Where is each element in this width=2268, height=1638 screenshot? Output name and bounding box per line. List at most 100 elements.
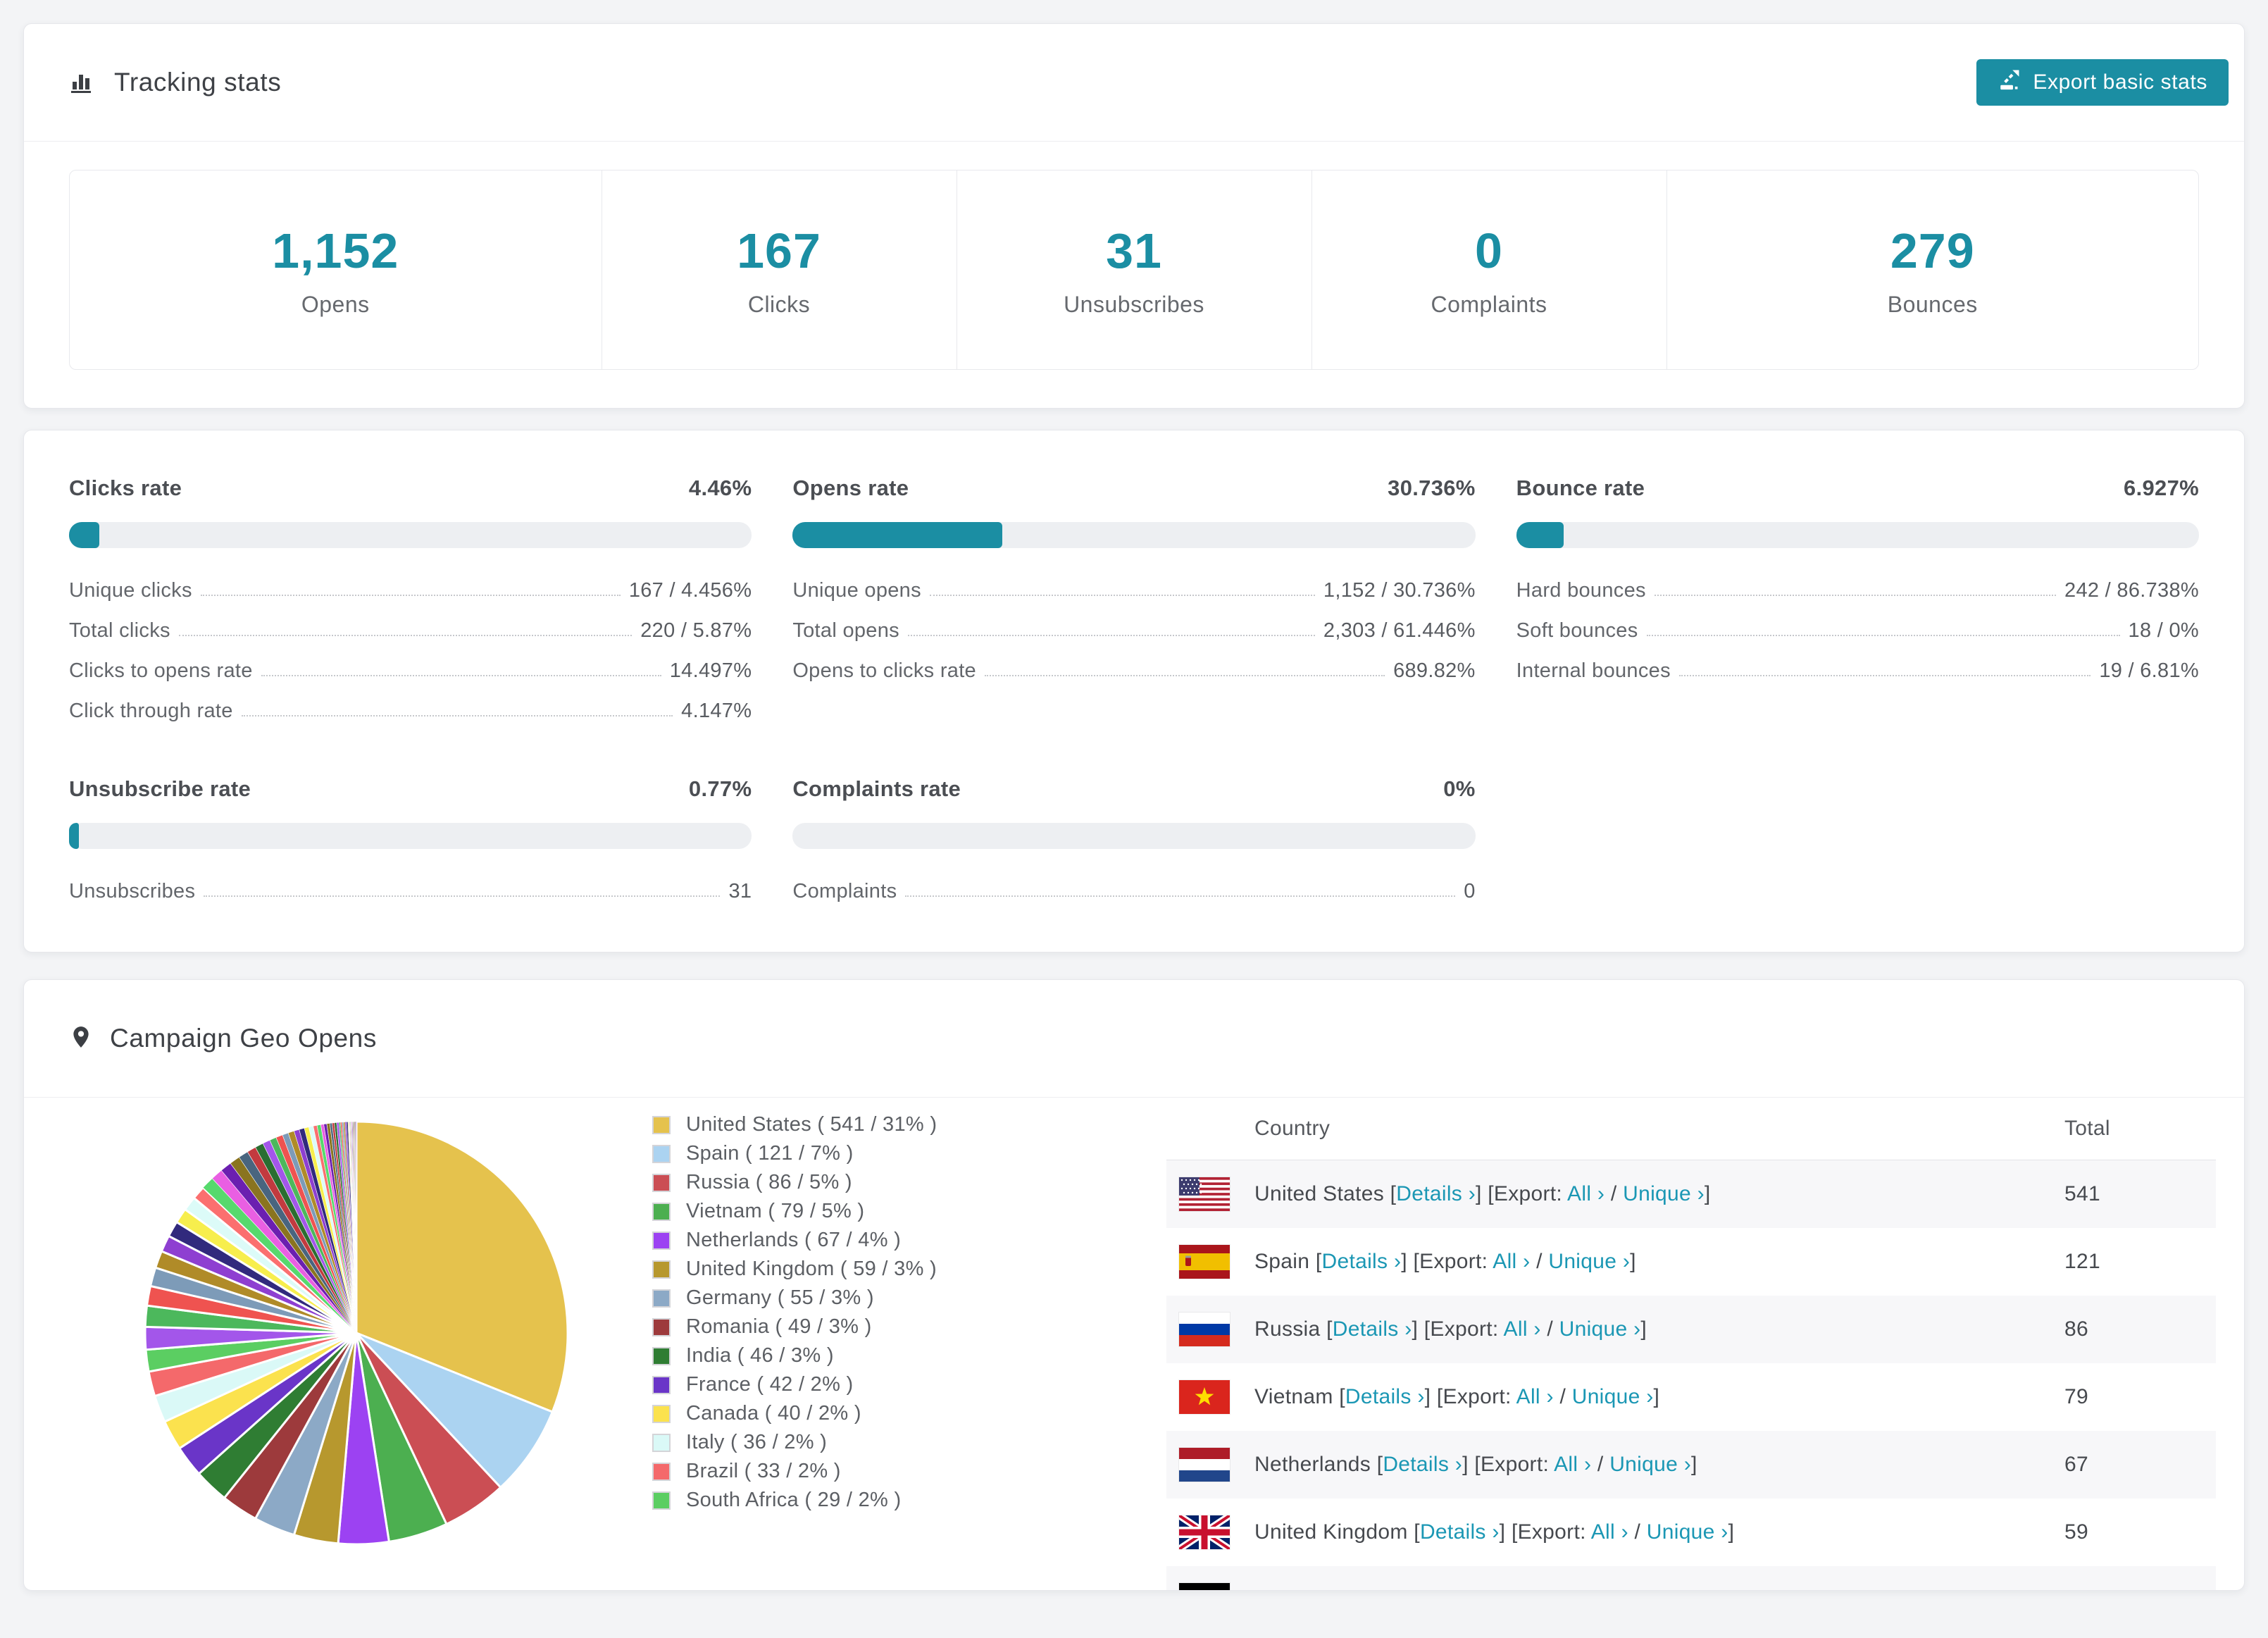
- bracket: [: [1349, 1588, 1355, 1590]
- table-row-ru: Russia [Details ›] [Export: All › / Uniq…: [1166, 1296, 2216, 1363]
- dotted-leader: [929, 595, 1315, 596]
- separator: /: [1553, 1385, 1572, 1408]
- stat-value: 1,152: [272, 223, 399, 278]
- legend-swatch: [652, 1375, 671, 1394]
- geo-card-header: Campaign Geo Opens: [24, 980, 2244, 1098]
- bracket: ] [Export:: [1462, 1453, 1554, 1476]
- column-header-country: Country: [1254, 1117, 1331, 1140]
- country-name: United Kingdom: [1254, 1520, 1414, 1544]
- geo-opens-card: Campaign Geo Opens United States ( 541 /…: [23, 979, 2245, 1591]
- country-name: United States: [1254, 1182, 1390, 1205]
- export-all-link[interactable]: All ›: [1516, 1385, 1554, 1408]
- details-link[interactable]: Details ›: [1333, 1317, 1412, 1341]
- separator: /: [1605, 1182, 1624, 1205]
- rate-value: 30.736%: [1388, 476, 1476, 500]
- export-basic-stats-button[interactable]: Export basic stats: [1976, 59, 2229, 106]
- rate-row-value: 31: [728, 880, 752, 902]
- dotted-leader: [1654, 595, 2057, 596]
- export-unique-link[interactable]: Unique ›: [1647, 1520, 1728, 1544]
- rate-row-label: Total clicks: [69, 619, 170, 642]
- legend-label: Germany ( 55 / 3% ): [686, 1286, 874, 1309]
- rate-section-header: Bounce rate 6.927%: [1516, 476, 2199, 501]
- rate-row: Complaints 0: [792, 863, 1475, 903]
- export-unique-link[interactable]: Unique ›: [1582, 1588, 1664, 1590]
- stat-label: Clicks: [747, 291, 811, 317]
- dotted-leader: [200, 595, 621, 596]
- legend-item-romania: Romania ( 49 / 3% ): [652, 1313, 1047, 1341]
- rate-section-header: Unsubscribe rate 0.77%: [69, 776, 752, 802]
- country-name: Germany: [1254, 1588, 1349, 1590]
- export-unique-link[interactable]: Unique ›: [1572, 1385, 1654, 1408]
- bracket: ] [Export:: [1412, 1317, 1504, 1341]
- progress-bar: [792, 823, 1476, 849]
- progress-bar: [1516, 522, 2199, 548]
- dotted-leader: [241, 715, 673, 716]
- details-link[interactable]: Details ›: [1383, 1453, 1462, 1476]
- geo-content: United States ( 541 / 31% ) Spain ( 121 /…: [24, 1098, 2244, 1590]
- legend-item-canada: Canada ( 40 / 2% ): [652, 1399, 1047, 1428]
- rate-row-value: 1,152 / 30.736%: [1323, 579, 1476, 602]
- legend-label: South Africa ( 29 / 2% ): [686, 1489, 902, 1511]
- details-link[interactable]: Details ›: [1396, 1182, 1476, 1205]
- progress-bar: [69, 823, 752, 849]
- export-all-link[interactable]: All ›: [1567, 1182, 1605, 1205]
- dotted-leader: [178, 635, 633, 636]
- total-cell: 86: [2064, 1317, 2088, 1341]
- rates-grid: Clicks rate 4.46% Unique clicks 167 / 4.456…: [69, 476, 2199, 903]
- separator: /: [1591, 1453, 1610, 1476]
- export-unique-link[interactable]: Unique ›: [1559, 1317, 1641, 1341]
- legend-item-spain: Spain ( 121 / 7% ): [652, 1139, 1047, 1168]
- dotted-leader: [907, 635, 1315, 636]
- bracket: [: [1390, 1182, 1397, 1205]
- export-all-link[interactable]: All ›: [1554, 1453, 1591, 1476]
- bracket: [: [1414, 1520, 1420, 1544]
- rate-row-value: 689.82%: [1393, 659, 1476, 682]
- rate-rows: Unique opens 1,152 / 30.736% Total opens 2,…: [792, 562, 1475, 683]
- legend-swatch: [652, 1317, 671, 1336]
- legend-item-united-states: United States ( 541 / 31% ): [652, 1110, 1047, 1139]
- flag-vn-icon: [1179, 1380, 1230, 1414]
- rate-row-value: 2,303 / 61.446%: [1323, 619, 1476, 642]
- export-all-link[interactable]: All ›: [1504, 1317, 1541, 1341]
- rate-rows: Complaints 0: [792, 863, 1475, 903]
- export-all-link[interactable]: All ›: [1591, 1520, 1628, 1544]
- bracket: [: [1326, 1317, 1333, 1341]
- table-row-us: United States [Details ›] [Export: All ›…: [1166, 1160, 2216, 1228]
- dotted-leader: [261, 675, 661, 676]
- rate-row-value: 14.497%: [669, 659, 752, 682]
- rate-row-label: Total opens: [792, 619, 899, 642]
- rate-row-label: Hard bounces: [1516, 579, 1646, 602]
- bracket: ] [Export:: [1499, 1520, 1591, 1544]
- dotted-leader: [984, 675, 1385, 676]
- export-all-link[interactable]: All ›: [1493, 1250, 1530, 1273]
- details-link[interactable]: Details ›: [1355, 1588, 1435, 1590]
- rate-section-clicks-rate: Clicks rate 4.46% Unique clicks 167 / 4.456…: [69, 476, 752, 723]
- export-unique-link[interactable]: Unique ›: [1623, 1182, 1705, 1205]
- details-link[interactable]: Details ›: [1345, 1385, 1425, 1408]
- rate-row-label: Opens to clicks rate: [792, 659, 976, 682]
- table-row-vn: Vietnam [Details ›] [Export: All › / Uni…: [1166, 1363, 2216, 1431]
- details-link[interactable]: Details ›: [1322, 1250, 1402, 1273]
- rate-section-header: Opens rate 30.736%: [792, 476, 1475, 501]
- export-all-link[interactable]: All ›: [1526, 1588, 1564, 1590]
- rate-row: Clicks to opens rate 14.497%: [69, 643, 752, 683]
- rate-row-label: Complaints: [792, 880, 897, 902]
- details-link[interactable]: Details ›: [1420, 1520, 1500, 1544]
- country-cell: Germany [Details ›] [Export: All › / Uni…: [1230, 1588, 2064, 1590]
- stat-box-unsubscribes: 31 Unsubscribes: [957, 170, 1312, 369]
- geo-countries-table: Country Total United States [Details ›] [E…: [1166, 1098, 2216, 1590]
- rate-row-label: Unique clicks: [69, 579, 192, 602]
- pie-legend: United States ( 541 / 31% ) Spain ( 121 /…: [652, 1110, 1047, 1515]
- country-cell: Spain [Details ›] [Export: All › / Uniqu…: [1230, 1250, 2064, 1274]
- legend-label: Russia ( 86 / 5% ): [686, 1171, 852, 1193]
- table-row-nl: Netherlands [Details ›] [Export: All › /…: [1166, 1431, 2216, 1499]
- rate-row: Click through rate 4.147%: [69, 683, 752, 723]
- export-icon: [1998, 68, 2021, 97]
- legend-label: Italy ( 36 / 2% ): [686, 1431, 828, 1453]
- export-unique-link[interactable]: Unique ›: [1609, 1453, 1691, 1476]
- bracket: [: [1339, 1385, 1345, 1408]
- export-unique-link[interactable]: Unique ›: [1548, 1250, 1630, 1273]
- rate-row: Opens to clicks rate 689.82%: [792, 643, 1475, 683]
- rate-rows: Unique clicks 167 / 4.456% Total clicks 220…: [69, 562, 752, 723]
- rate-row-value: 242 / 86.738%: [2064, 579, 2199, 602]
